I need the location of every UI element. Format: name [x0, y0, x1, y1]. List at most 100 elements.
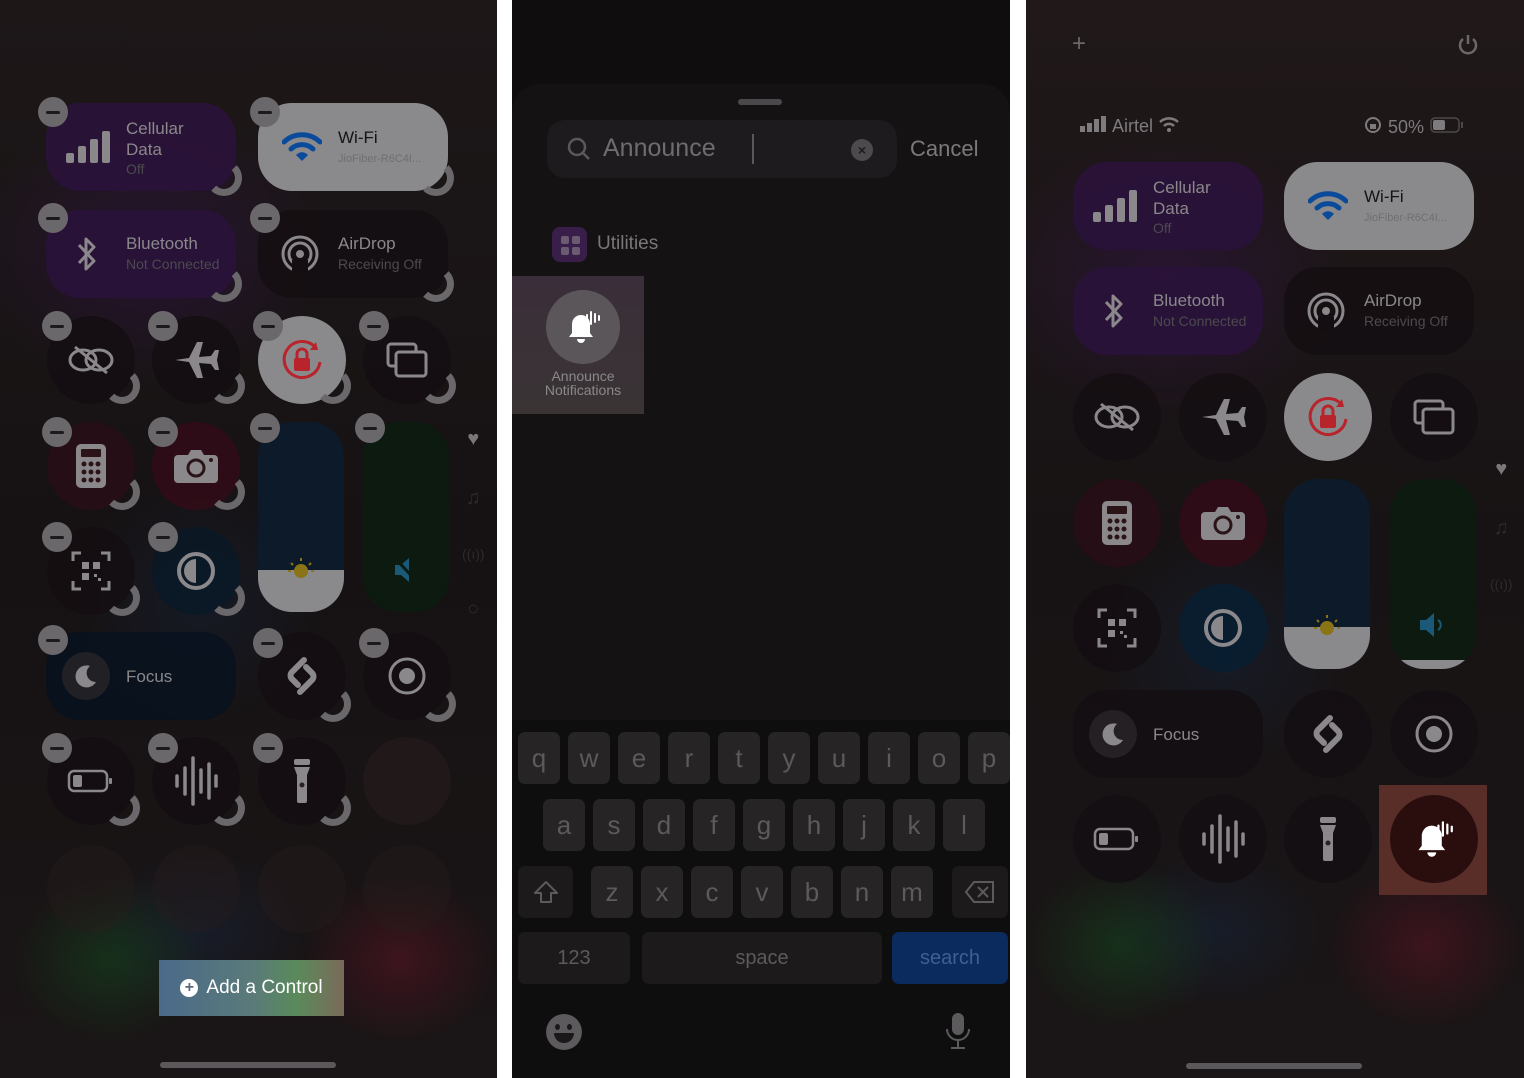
- remove-control-button[interactable]: [42, 417, 72, 447]
- orientation-lock-button[interactable]: [1284, 373, 1372, 461]
- clear-search-button[interactable]: ×: [851, 139, 873, 161]
- remove-control-button[interactable]: [359, 311, 389, 341]
- key-x[interactable]: x: [641, 866, 683, 918]
- key-j[interactable]: j: [843, 799, 885, 851]
- cellular-data-tile[interactable]: Cellular Data Off: [1073, 162, 1263, 250]
- volume-slider[interactable]: [1390, 479, 1476, 669]
- resize-handle[interactable]: [315, 686, 351, 722]
- remove-airdrop-button[interactable]: [250, 203, 280, 233]
- voice-memo-button[interactable]: [1179, 795, 1267, 883]
- resize-handle[interactable]: [209, 580, 245, 616]
- key-g[interactable]: g: [743, 799, 785, 851]
- key-d[interactable]: d: [643, 799, 685, 851]
- search-field[interactable]: Announce ×: [547, 120, 897, 178]
- emoji-key[interactable]: [546, 1014, 582, 1050]
- ring-icon[interactable]: ○: [467, 598, 479, 621]
- remove-control-button[interactable]: [148, 311, 178, 341]
- key-s[interactable]: s: [593, 799, 635, 851]
- heart-icon[interactable]: ♥: [467, 428, 479, 451]
- sheet-grabber[interactable]: [738, 99, 782, 105]
- key-t[interactable]: t: [718, 732, 760, 784]
- resize-handle[interactable]: [420, 686, 456, 722]
- bluetooth-tile[interactable]: Bluetooth Not Connected: [1073, 267, 1263, 355]
- resize-handle[interactable]: [420, 368, 456, 404]
- shift-key[interactable]: [518, 866, 573, 918]
- remove-control-button[interactable]: [148, 733, 178, 763]
- remove-control-button[interactable]: [253, 628, 283, 658]
- resize-handle[interactable]: [418, 266, 454, 302]
- key-b[interactable]: b: [791, 866, 833, 918]
- heart-icon[interactable]: ♥: [1495, 458, 1507, 481]
- remove-control-button[interactable]: [253, 733, 283, 763]
- remove-focus-button[interactable]: [38, 625, 68, 655]
- brightness-slider[interactable]: [258, 422, 344, 612]
- remove-cellular-button[interactable]: [38, 97, 68, 127]
- delete-key[interactable]: [952, 866, 1008, 918]
- resize-handle[interactable]: [209, 474, 245, 510]
- remove-control-button[interactable]: [42, 733, 72, 763]
- key-y[interactable]: y: [768, 732, 810, 784]
- remove-control-button[interactable]: [42, 522, 72, 552]
- power-icon[interactable]: [1457, 34, 1479, 61]
- key-k[interactable]: k: [893, 799, 935, 851]
- resize-handle[interactable]: [209, 790, 245, 826]
- space-key[interactable]: space: [642, 932, 882, 984]
- antenna-icon[interactable]: ((ı)): [462, 546, 485, 562]
- key-m[interactable]: m: [891, 866, 933, 918]
- add-control-button[interactable]: + Add a Control: [159, 960, 344, 1016]
- home-indicator[interactable]: [1186, 1063, 1362, 1069]
- remove-control-button[interactable]: [148, 417, 178, 447]
- key-c[interactable]: c: [691, 866, 733, 918]
- resize-handle[interactable]: [206, 266, 242, 302]
- resize-handle[interactable]: [104, 580, 140, 616]
- key-p[interactable]: p: [968, 732, 1010, 784]
- key-q[interactable]: q: [518, 732, 560, 784]
- search-key[interactable]: search: [892, 932, 1008, 984]
- key-n[interactable]: n: [841, 866, 883, 918]
- remove-wifi-button[interactable]: [250, 97, 280, 127]
- resize-handle[interactable]: [206, 160, 242, 196]
- key-z[interactable]: z: [591, 866, 633, 918]
- remove-control-button[interactable]: [359, 628, 389, 658]
- focus-tile[interactable]: Focus: [46, 632, 236, 720]
- numbers-key[interactable]: 123: [518, 932, 630, 984]
- key-h[interactable]: h: [793, 799, 835, 851]
- volume-slider[interactable]: [363, 422, 449, 612]
- key-a[interactable]: a: [543, 799, 585, 851]
- key-e[interactable]: e: [618, 732, 660, 784]
- announce-notifications-result[interactable]: Announce Notifications: [512, 276, 644, 414]
- screen-recording-button[interactable]: [1390, 690, 1478, 778]
- announce-notifications-button[interactable]: [1390, 795, 1478, 883]
- brightness-slider[interactable]: [1284, 479, 1370, 669]
- focus-tile[interactable]: Focus: [1073, 690, 1263, 778]
- key-w[interactable]: w: [568, 732, 610, 784]
- dark-mode-button[interactable]: [1179, 584, 1267, 672]
- remove-control-button[interactable]: [42, 311, 72, 341]
- resize-handle[interactable]: [104, 790, 140, 826]
- resize-handle[interactable]: [418, 160, 454, 196]
- airplane-mode-button[interactable]: [1179, 373, 1267, 461]
- antenna-icon[interactable]: ((ı)): [1490, 576, 1513, 592]
- key-i[interactable]: i: [868, 732, 910, 784]
- remove-bluetooth-button[interactable]: [38, 203, 68, 233]
- low-power-mode-button[interactable]: [1073, 795, 1161, 883]
- music-note-icon[interactable]: ♫: [1494, 517, 1509, 540]
- resize-handle[interactable]: [104, 368, 140, 404]
- screen-mirroring-button[interactable]: [1073, 373, 1161, 461]
- wifi-tile[interactable]: Wi-Fi JioFiber-R6C4I...: [1284, 162, 1474, 250]
- search-input[interactable]: Announce: [603, 134, 716, 163]
- home-indicator[interactable]: [160, 1062, 336, 1068]
- key-l[interactable]: l: [943, 799, 985, 851]
- key-u[interactable]: u: [818, 732, 860, 784]
- key-r[interactable]: r: [668, 732, 710, 784]
- add-plus-icon[interactable]: +: [1072, 30, 1086, 58]
- music-note-icon[interactable]: ♫: [466, 487, 481, 510]
- calculator-button[interactable]: [1073, 479, 1161, 567]
- stage-manager-button[interactable]: [1390, 373, 1478, 461]
- remove-brightness-button[interactable]: [250, 413, 280, 443]
- key-o[interactable]: o: [918, 732, 960, 784]
- resize-handle[interactable]: [315, 790, 351, 826]
- flashlight-button[interactable]: [1284, 795, 1372, 883]
- remove-control-button[interactable]: [148, 522, 178, 552]
- remove-control-button[interactable]: [253, 311, 283, 341]
